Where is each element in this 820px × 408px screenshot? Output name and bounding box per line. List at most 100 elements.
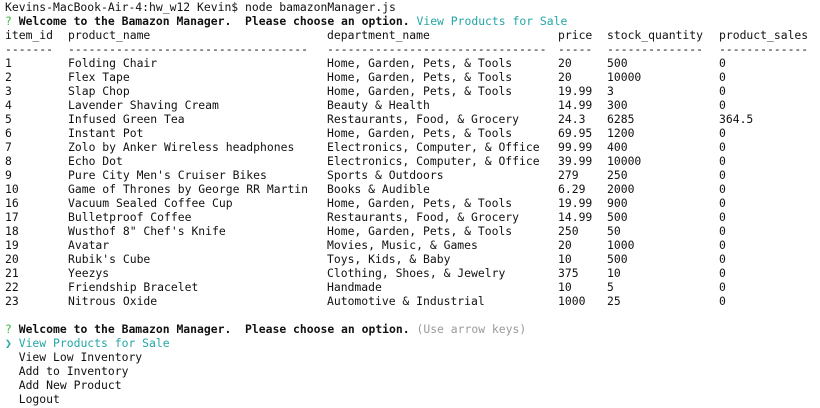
cell-stock-quantity: 1200: [607, 126, 635, 140]
cell-price: 14.99: [558, 210, 593, 224]
menu-item-view-low-inventory[interactable]: View Low Inventory: [5, 350, 820, 364]
products-table: item_id product_name department_name pri…: [5, 28, 820, 308]
question-text: Welcome to the Bamazon Manager. Please c…: [18, 322, 410, 336]
cell-product-name: Nitrous Oxide: [68, 294, 158, 308]
cell-department-name: Clothing, Shoes, & Jewelry: [327, 266, 506, 280]
cell-product-name: Instant Pot: [68, 126, 144, 140]
table-row: 22 Friendship Bracelet Handmade 10 5 0: [5, 280, 820, 294]
header-department-name: department_name: [327, 28, 430, 42]
table-row: 20 Rubik's Cube Toys, Kids, & Baby 10 500 0: [5, 252, 820, 266]
cell-price: 250: [558, 224, 579, 238]
cell-item-id: 8: [5, 154, 12, 168]
cell-stock-quantity: 300: [607, 98, 628, 112]
menu-item-add-to-inventory[interactable]: Add to Inventory: [5, 364, 820, 378]
table-row: 3 Slap Chop Home, Garden, Pets, & Tools 19.…: [5, 84, 820, 98]
header-stock-quantity: stock_quantity: [607, 28, 704, 42]
cell-product-name: Friendship Bracelet: [68, 280, 199, 294]
cell-product-sales: 0: [719, 294, 726, 308]
cell-stock-quantity: 900: [607, 196, 628, 210]
cell-stock-quantity: 6285: [607, 112, 635, 126]
cell-department-name: Home, Garden, Pets, & Tools: [327, 224, 513, 238]
cell-product-name: Echo Dot: [68, 154, 123, 168]
cell-price: 19.99: [558, 196, 593, 210]
cell-item-id: 10: [5, 182, 19, 196]
cell-price: 20: [558, 56, 572, 70]
cell-product-sales: 0: [719, 238, 726, 252]
cell-stock-quantity: 5: [607, 280, 614, 294]
header-product-sales: product_sales: [719, 28, 809, 42]
cell-price: 69.95: [558, 126, 593, 140]
option-menu: ❯ View Products for Sale View Low Invent…: [5, 336, 820, 406]
rule-department-name: --------------------------------: [327, 42, 547, 56]
cell-stock-quantity: 500: [607, 56, 628, 70]
cell-department-name: Electronics, Computer, & Office: [327, 140, 540, 154]
cell-price: 10: [558, 252, 572, 266]
cell-department-name: Electronics, Computer, & Office: [327, 154, 540, 168]
cell-department-name: Home, Garden, Pets, & Tools: [327, 196, 513, 210]
cell-item-id: 17: [5, 210, 19, 224]
cell-item-id: 20: [5, 252, 19, 266]
table-rule-row: ------- --------------------------------…: [5, 42, 820, 56]
cell-product-sales: 0: [719, 56, 726, 70]
cell-stock-quantity: 10000: [607, 70, 642, 84]
cell-stock-quantity: 25: [607, 294, 621, 308]
arrow-keys-hint: (Use arrow keys): [416, 322, 527, 336]
table-row: 9 Pure City Men's Cruiser Bikes Sports & O…: [5, 168, 820, 182]
table-row: 2 Flex Tape Home, Garden, Pets, & Tools 20 1…: [5, 70, 820, 84]
table-row: 8 Echo Dot Electronics, Computer, & Office…: [5, 154, 820, 168]
cell-price: 1000: [558, 294, 586, 308]
cell-item-id: 22: [5, 280, 19, 294]
cell-item-id: 2: [5, 70, 12, 84]
cell-item-id: 3: [5, 84, 12, 98]
cell-price: 24.3: [558, 112, 586, 126]
pointer-spacer: [5, 364, 12, 378]
cell-price: 19.99: [558, 84, 593, 98]
menu-item-label: Add New Product: [18, 378, 122, 392]
cell-department-name: Sports & Outdoors: [327, 168, 444, 182]
cell-product-name: Infused Green Tea: [68, 112, 185, 126]
cell-product-sales: 0: [719, 196, 726, 210]
cell-item-id: 21: [5, 266, 19, 280]
cell-department-name: Handmade: [327, 280, 382, 294]
rule-item-id: -------: [5, 42, 54, 56]
cell-department-name: Movies, Music, & Games: [327, 238, 478, 252]
menu-item-view-products-for-sale[interactable]: ❯ View Products for Sale: [5, 336, 820, 350]
cell-product-sales: 0: [719, 70, 726, 84]
terminal-window[interactable]: Kevins-MacBook-Air-4:hw_w12 Kevin$ node …: [0, 0, 820, 408]
table-row: 7 Zolo by Anker Wireless headphones Electr…: [5, 140, 820, 154]
cell-stock-quantity: 10: [607, 266, 621, 280]
table-row: 16 Vacuum Sealed Coffee Cup Home, Garden, …: [5, 196, 820, 210]
cell-department-name: Restaurants, Food, & Grocery: [327, 210, 520, 224]
table-row: 23 Nitrous Oxide Automotive & Industrial 10…: [5, 294, 820, 308]
cell-product-name: Wusthof 8" Chef's Knife: [68, 224, 226, 238]
cell-stock-quantity: 2000: [607, 182, 635, 196]
pointer-spacer: [5, 350, 12, 364]
cell-department-name: Books & Audible: [327, 182, 430, 196]
cell-price: 14.99: [558, 98, 593, 112]
cell-product-sales: 0: [719, 168, 726, 182]
cell-department-name: Toys, Kids, & Baby: [327, 252, 451, 266]
cell-stock-quantity: 3: [607, 84, 614, 98]
cell-product-sales: 0: [719, 98, 726, 112]
chosen-answer: View Products for Sale: [416, 14, 568, 28]
cell-product-name: Slap Chop: [68, 84, 130, 98]
cell-product-name: Rubik's Cube: [68, 252, 151, 266]
cell-stock-quantity: 500: [607, 210, 628, 224]
cell-price: 39.99: [558, 154, 593, 168]
menu-item-add-new-product[interactable]: Add New Product: [5, 378, 820, 392]
cell-stock-quantity: 250: [607, 168, 628, 182]
pointer-spacer: [5, 392, 12, 406]
menu-item-logout[interactable]: Logout: [5, 392, 820, 406]
menu-item-label: View Low Inventory: [18, 350, 143, 364]
cell-department-name: Automotive & Industrial: [327, 294, 485, 308]
table-row: 4 Lavender Shaving Cream Beauty & Health 14…: [5, 98, 820, 112]
cell-stock-quantity: 10000: [607, 154, 642, 168]
first-question-line: ? Welcome to the Bamazon Manager. Please…: [5, 14, 820, 28]
cell-product-sales: 364.5: [719, 112, 754, 126]
cell-item-id: 16: [5, 196, 19, 210]
question-text: Welcome to the Bamazon Manager. Please c…: [18, 14, 410, 28]
cell-stock-quantity: 500: [607, 252, 628, 266]
table-body: 1 Folding Chair Home, Garden, Pets, & Tool…: [5, 56, 820, 308]
cell-product-sales: 0: [719, 154, 726, 168]
table-row: 17 Bulletproof Coffee Restaurants, Food, &…: [5, 210, 820, 224]
